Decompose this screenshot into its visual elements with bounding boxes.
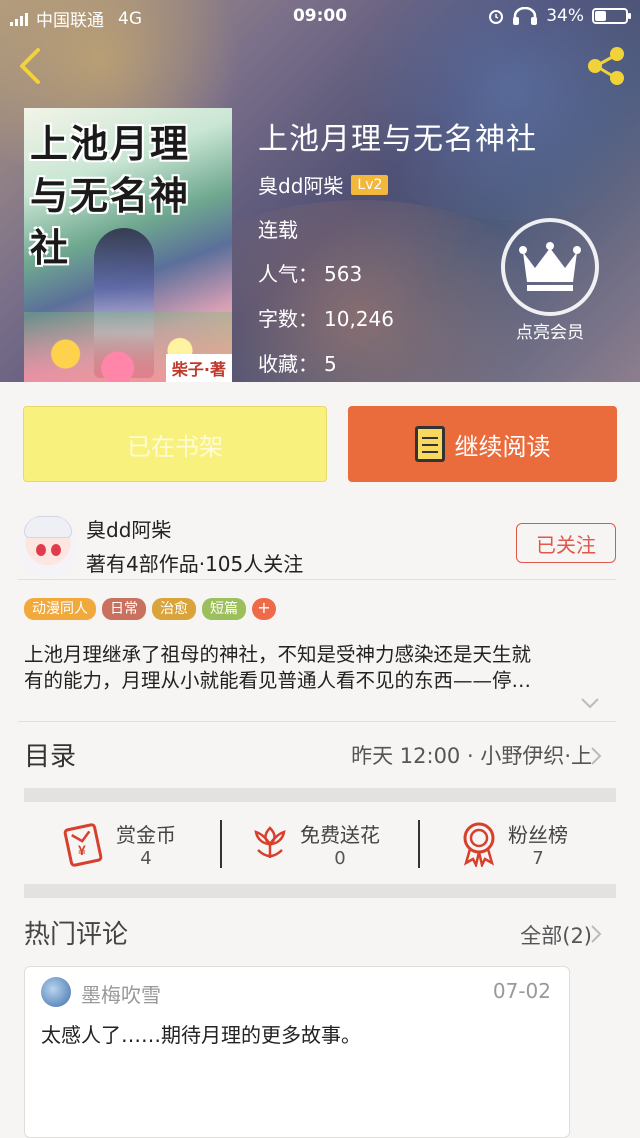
book-author[interactable]: 臭dd阿柴 Lv2 — [258, 170, 389, 199]
favorites-value: 5 — [324, 352, 337, 376]
book-title: 上池月理与无名神社 — [258, 122, 537, 157]
word-count-label: 字数： — [258, 307, 318, 331]
all-comments-link[interactable]: 全部(2) — [520, 920, 592, 950]
tag-healing[interactable]: 治愈 — [152, 598, 196, 620]
latest-chapter: 昨天 12:00 · 小野伊织·上 — [351, 744, 592, 768]
description-line: 上池月理继承了祖母的神社，不知是受神力感染还是天生就 — [24, 643, 532, 666]
flower-icon — [254, 826, 286, 858]
vertical-divider — [220, 820, 222, 868]
tag-short[interactable]: 短篇 — [202, 598, 246, 620]
commenter-avatar[interactable] — [41, 977, 71, 1007]
author-avatar[interactable] — [18, 514, 78, 578]
status-bar: 中国联通 4G 09:00 34% — [0, 0, 640, 34]
chevron-down-icon[interactable] — [580, 696, 600, 710]
reward-coins-button[interactable]: ¥ 赏金币 4 — [60, 816, 176, 872]
book-description[interactable]: 上池月理继承了祖母的神社，不知是受神力感染还是天生就 有的能力，月理从小就能看见… — [24, 642, 604, 694]
vertical-divider — [418, 820, 420, 868]
fan-ranking-label: 粉丝榜 — [508, 823, 568, 847]
book-cover[interactable]: 上池月理 与无名神社 柴子·著 — [24, 108, 232, 382]
author-name[interactable]: 臭dd阿柴 — [86, 514, 171, 543]
continue-reading-button[interactable]: 继续阅读 — [348, 406, 617, 482]
back-button[interactable] — [14, 46, 48, 86]
alarm-icon — [489, 10, 504, 24]
tag-list: 动漫同人 日常 治愈 短篇 + — [24, 598, 276, 620]
tag-daily[interactable]: 日常 — [102, 598, 146, 620]
add-tag-button[interactable]: + — [252, 598, 276, 620]
vip-label: 点亮会员 — [516, 323, 584, 343]
svg-text:¥: ¥ — [78, 842, 86, 858]
share-icon — [588, 47, 624, 85]
vip-button[interactable]: 点亮会员 — [500, 218, 600, 343]
word-count-row: 字数： 10,246 — [258, 303, 394, 332]
book-status: 连载 — [258, 218, 298, 242]
divider — [18, 579, 616, 580]
continue-reading-label: 继续阅读 — [454, 432, 551, 461]
author-stats: 著有4部作品·105人关注 — [86, 552, 304, 576]
battery-icon — [592, 8, 631, 24]
popularity-label: 人气： — [258, 262, 318, 286]
author-name-header[interactable]: 臭dd阿柴 — [258, 170, 343, 199]
book-icon — [414, 426, 445, 462]
reward-coins-label: 赏金币 — [116, 823, 176, 847]
reward-coins-count: 4 — [140, 848, 152, 869]
popularity-row: 人气： 563 — [258, 258, 362, 287]
medal-icon — [463, 822, 495, 867]
crown-icon — [501, 218, 599, 316]
fan-ranking-button[interactable]: 粉丝榜 7 — [460, 816, 568, 872]
comment-text: 太感人了……期待月理的更多故事。 — [41, 1023, 361, 1047]
send-flower-button[interactable]: 免费送花 0 — [250, 816, 380, 872]
description-line: 有的能力，月理从小就能看见普通人看不见的东西——停… — [24, 669, 532, 692]
section-divider — [24, 884, 616, 898]
commenter-name[interactable]: 墨梅吹雪 — [81, 979, 161, 1008]
section-divider — [24, 788, 616, 802]
favorites-label: 收藏： — [258, 352, 318, 376]
in-bookshelf-button[interactable]: 已在书架 — [23, 406, 327, 482]
share-button[interactable] — [584, 44, 628, 88]
headphones-icon — [513, 7, 538, 25]
cover-pen-name: 柴子·著 — [165, 354, 232, 382]
favorites-row: 收藏： 5 — [258, 348, 337, 377]
hot-comments-title: 热门评论 — [24, 920, 129, 950]
follow-button[interactable]: 已关注 — [516, 523, 616, 563]
chevron-right-icon[interactable] — [590, 924, 602, 944]
fan-ranking-count: 7 — [532, 848, 544, 869]
comment-card[interactable]: 墨梅吹雪 07-02 太感人了……期待月理的更多故事。 — [24, 966, 570, 1138]
tag-anime-fan[interactable]: 动漫同人 — [24, 598, 96, 620]
send-flower-label: 免费送花 — [300, 823, 380, 847]
author-level-badge: Lv2 — [351, 174, 389, 195]
comment-date: 07-02 — [492, 979, 551, 1003]
divider — [18, 721, 616, 722]
chevron-left-icon — [20, 48, 40, 84]
toc-label: 目录 — [24, 742, 77, 772]
battery-percent: 34% — [546, 6, 584, 26]
red-envelope-icon: ¥ — [63, 823, 103, 867]
send-flower-count: 0 — [334, 848, 346, 869]
word-count-value: 10,246 — [324, 307, 394, 331]
table-of-contents-row[interactable]: 目录 昨天 12:00 · 小野伊织·上 — [0, 724, 640, 786]
popularity-value: 563 — [324, 262, 363, 286]
chevron-right-icon — [591, 747, 602, 765]
